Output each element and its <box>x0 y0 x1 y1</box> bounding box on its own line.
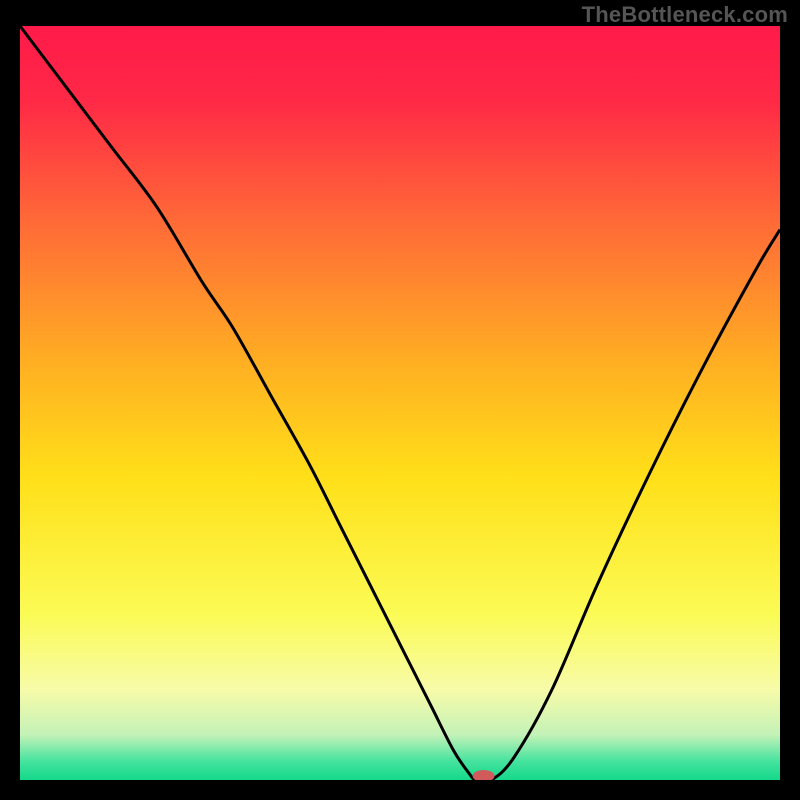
gradient-background <box>20 26 780 780</box>
watermark-text: TheBottleneck.com <box>582 2 788 28</box>
chart-svg <box>20 26 780 780</box>
plot-area <box>20 26 780 780</box>
chart-frame: TheBottleneck.com <box>0 0 800 800</box>
